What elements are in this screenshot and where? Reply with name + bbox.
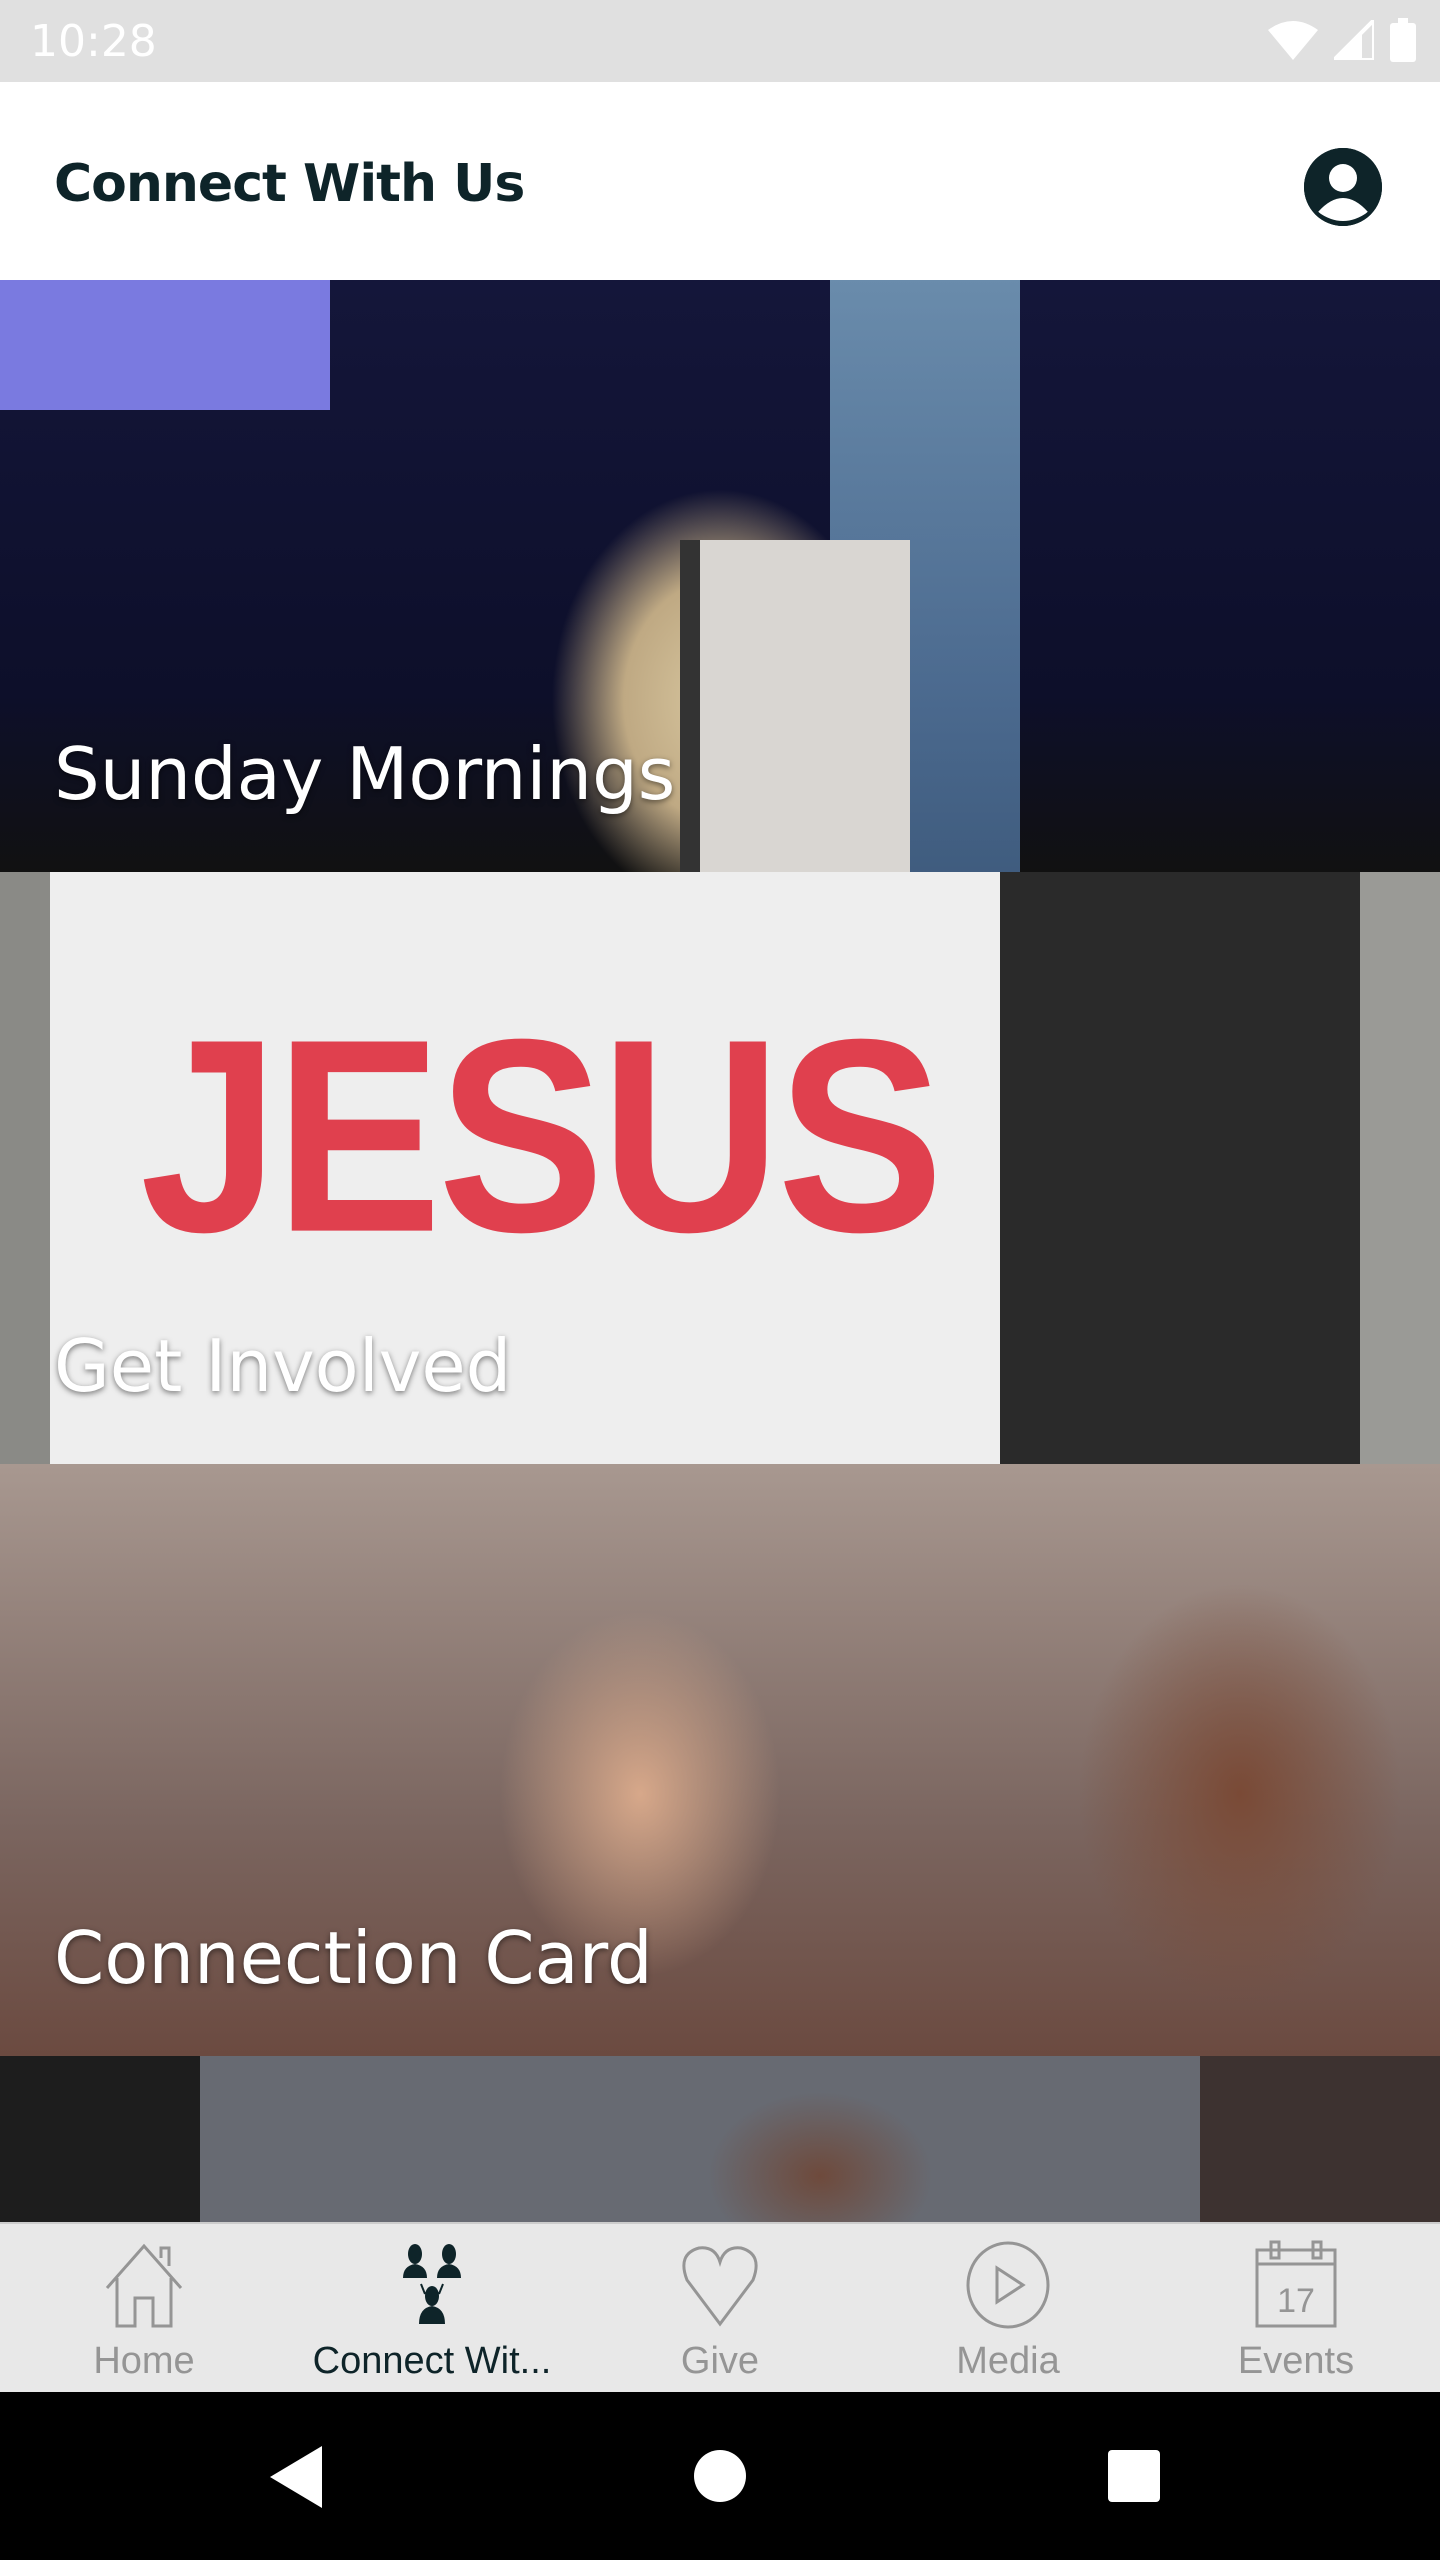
app-header: Connect With Us [0, 82, 1440, 280]
status-bar: 10:28 [0, 0, 1440, 82]
signal-icon [1334, 20, 1374, 60]
play-circle-icon [966, 2241, 1050, 2329]
status-time: 10:28 [30, 16, 157, 67]
home-circle-icon[interactable] [694, 2450, 746, 2502]
tab-give[interactable]: Give [576, 2224, 864, 2392]
people-icon [403, 2244, 461, 2324]
system-navigation-bar [0, 2392, 1440, 2560]
battery-icon [1390, 18, 1416, 62]
tab-connect[interactable]: Connect Wit... [288, 2224, 576, 2392]
card-label: Sunday Mornings [54, 732, 676, 816]
back-icon[interactable] [270, 2446, 326, 2508]
tab-events[interactable]: 17 Events [1152, 2224, 1440, 2392]
card-image-podium [680, 540, 910, 872]
account-circle-icon[interactable] [1302, 146, 1384, 228]
tab-label: Connect Wit... [312, 2340, 552, 2382]
card-label: Connection Card [54, 1916, 653, 2000]
bottom-navigation: Home Connect Wit... Give Media 17 Events [0, 2222, 1440, 2392]
tab-home[interactable]: Home [0, 2224, 288, 2392]
tab-label: Home [93, 2340, 195, 2382]
recents-icon[interactable] [1108, 2450, 1160, 2502]
card-partial[interactable] [0, 2056, 1440, 2222]
calendar-day: 17 [1277, 2282, 1315, 2320]
wifi-icon [1268, 21, 1318, 60]
card-sunday-mornings[interactable]: Sunday Mornings [0, 280, 1440, 872]
card-label: Get Involved [54, 1324, 512, 1408]
tab-label: Events [1237, 2340, 1355, 2382]
page-title: Connect With Us [54, 154, 525, 214]
card-connection-card[interactable]: Connection Card [0, 1464, 1440, 2056]
tab-media[interactable]: Media [864, 2224, 1152, 2392]
heart-icon [682, 2246, 758, 2327]
tab-label: Give [680, 2340, 760, 2382]
home-icon [105, 2243, 183, 2328]
card-get-involved[interactable]: JESUS Get Involved [0, 872, 1440, 1464]
tab-label: Media [956, 2340, 1060, 2382]
calendar-icon: 17 [1255, 2240, 1337, 2328]
card-image-sign-text: JESUS [140, 982, 944, 1289]
